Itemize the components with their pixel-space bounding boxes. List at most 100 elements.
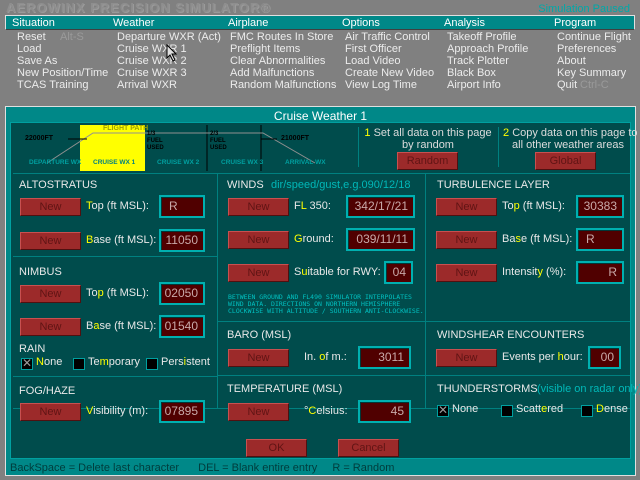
menu-item-airport-info[interactable]: Airport Info (447, 79, 501, 91)
turbulence-intensity-label: Intensity (%): (502, 266, 567, 278)
menu-item-arrival-wxr[interactable]: Arrival WXR (117, 79, 177, 91)
menu-item-cruise-wxr-3[interactable]: Cruise WXR 3 (117, 67, 187, 79)
menu-item-first-officer[interactable]: First Officer (345, 43, 402, 55)
menu-item-quit[interactable]: Quit (557, 79, 577, 91)
menu-options[interactable]: Options (342, 17, 380, 29)
rain-none-checkbox[interactable] (21, 356, 33, 370)
winds-rwy-new-button[interactable]: New (228, 264, 289, 282)
turbulence-top-input[interactable]: 30383 (576, 195, 624, 218)
global-button[interactable]: Global (535, 152, 596, 170)
menu-item-load[interactable]: Load (17, 43, 41, 55)
menu-item-preferences[interactable]: Preferences (557, 43, 616, 55)
fog-title: FOG/HAZE (19, 385, 76, 397)
menu-analysis[interactable]: Analysis (444, 17, 485, 29)
turbulence-top-new-button[interactable]: New (436, 198, 497, 216)
menu-situation[interactable]: Situation (12, 17, 55, 29)
status-bar: BackSpace = Delete last character DEL = … (10, 462, 394, 474)
menu-item-continue-flight[interactable]: Continue Flight (557, 31, 631, 43)
winds-rwy-input[interactable]: 04 (384, 261, 413, 284)
winds-fl350-label: FL 350: (294, 200, 331, 212)
fog-visibility-input[interactable]: 07895 (159, 400, 205, 423)
temperature-celsius-input[interactable]: 45 (358, 400, 411, 423)
nimbus-title: NIMBUS (19, 266, 62, 278)
ok-button[interactable]: OK (246, 439, 307, 457)
menu-item-reset[interactable]: Reset (17, 31, 46, 43)
altostratus-top-input[interactable]: R (159, 195, 205, 218)
winds-fl350-new-button[interactable]: New (228, 198, 289, 216)
menu-item-departure-wxr-act-[interactable]: Departure WXR (Act) (117, 31, 221, 43)
baro-inches-new-button[interactable]: New (228, 349, 289, 367)
altostratus-top-new-button[interactable]: New (20, 198, 81, 216)
windshear-events-label: Events per hour: (502, 351, 583, 363)
turbulence-intensity-input[interactable]: R (576, 261, 624, 284)
menu-item-about[interactable]: About (557, 55, 586, 67)
baro-inches-input[interactable]: 3011 (358, 346, 411, 369)
temperature-celsius-new-button[interactable]: New (228, 403, 289, 421)
menu-item-fmc-routes-in-store[interactable]: FMC Routes In Store (230, 31, 333, 43)
turbulence-base-new-button[interactable]: New (436, 231, 497, 249)
menu-item-air-traffic-control[interactable]: Air Traffic Control (345, 31, 430, 43)
menu-item-takeoff-profile[interactable]: Takeoff Profile (447, 31, 517, 43)
rain-temporary-checkbox[interactable] (73, 358, 85, 370)
turbulence-intensity-new-button[interactable]: New (436, 264, 497, 282)
thunderstorms-none-checkbox[interactable] (437, 403, 449, 417)
zone-cruise-1[interactable]: CRUISE WX 1 (93, 159, 135, 166)
fog-visibility-new-button[interactable]: New (20, 403, 81, 421)
turbulence-base-label: Base (ft MSL): (502, 233, 573, 245)
menu-airplane[interactable]: Airplane (228, 17, 268, 29)
menu-item-preflight-items[interactable]: Preflight Items (230, 43, 300, 55)
menu-item-track-plotter[interactable]: Track Plotter (447, 55, 509, 67)
menu-bar: Situation Weather Airplane Options Analy… (5, 15, 635, 30)
baro-inches-label: In. of m.: (304, 351, 347, 363)
turbulence-top-label: Top (ft MSL): (502, 200, 565, 212)
altostratus-base-new-button[interactable]: New (20, 232, 81, 250)
mouse-cursor-icon (166, 44, 178, 62)
turbulence-title: TURBULENCE LAYER (437, 179, 550, 191)
altostratus-base-label: Base (ft MSL): (86, 234, 157, 246)
nimbus-base-label: Base (ft MSL): (86, 320, 157, 332)
flight-path-diagram (46, 125, 316, 171)
menu-weather[interactable]: Weather (113, 17, 154, 29)
winds-fl350-input[interactable]: 342/17/21 (346, 195, 415, 218)
status-random: R = Random (332, 462, 395, 474)
zone-departure[interactable]: DEPARTURE WX (29, 159, 81, 166)
zone-cruise-2[interactable]: CRUISE WX 2 (157, 159, 199, 166)
nimbus-top-input[interactable]: 02050 (159, 282, 205, 305)
random-button[interactable]: Random (397, 152, 458, 170)
nimbus-top-new-button[interactable]: New (20, 285, 81, 303)
menu-item-approach-profile[interactable]: Approach Profile (447, 43, 528, 55)
winds-ground-input[interactable]: 039/11/11 (346, 228, 415, 251)
menu-item-save-as[interactable]: Save As (17, 55, 57, 67)
menu-item-new-position-time[interactable]: New Position/Time (17, 67, 108, 79)
menu-item-key-summary[interactable]: Key Summary (557, 67, 626, 79)
windshear-events-new-button[interactable]: New (436, 349, 497, 367)
zone-arrival[interactable]: ARRIVAL WX (285, 159, 326, 166)
nimbus-base-new-button[interactable]: New (20, 318, 81, 336)
menu-item-tcas-training[interactable]: TCAS Training (17, 79, 89, 91)
menu-item-clear-abnormalities[interactable]: Clear Abnormalities (230, 55, 325, 67)
thunderstorms-scattered-checkbox[interactable] (501, 405, 513, 417)
nimbus-base-input[interactable]: 01540 (159, 315, 205, 338)
menu-item-random-malfunctions[interactable]: Random Malfunctions (230, 79, 336, 91)
turbulence-base-input[interactable]: R (576, 228, 624, 251)
rain-persistent-checkbox[interactable] (146, 358, 158, 370)
winds-ground-label: Ground: (294, 233, 334, 245)
menu-item-create-new-video[interactable]: Create New Video (345, 67, 434, 79)
menu-item-black-box[interactable]: Black Box (447, 67, 496, 79)
app-title: AEROWINX PRECISION SIMULATOR® (6, 0, 271, 15)
menu-item-view-log-time[interactable]: View Log Time (345, 79, 417, 91)
quit-shortcut: Ctrl-C (580, 79, 609, 91)
menu-item-load-video[interactable]: Load Video (345, 55, 400, 67)
zone-cruise-3[interactable]: CRUISE WX 3 (221, 159, 263, 166)
menu-program[interactable]: Program (554, 17, 596, 29)
reset-shortcut: Alt-S (60, 31, 84, 43)
altostratus-base-input[interactable]: 11050 (159, 229, 205, 252)
menu-item-add-malfunctions[interactable]: Add Malfunctions (230, 67, 314, 79)
windshear-events-input[interactable]: 00 (588, 346, 621, 369)
winds-ground-new-button[interactable]: New (228, 231, 289, 249)
cancel-button[interactable]: Cancel (338, 439, 399, 457)
dialog-body: FLIGHT PATH 22000FT 21000FT 1/3 FUEL USED … (10, 122, 640, 459)
rain-title: RAIN (19, 343, 46, 355)
thunderstorms-dense-checkbox[interactable] (581, 405, 593, 417)
windshear-title: WINDSHEAR ENCOUNTERS (437, 329, 585, 341)
